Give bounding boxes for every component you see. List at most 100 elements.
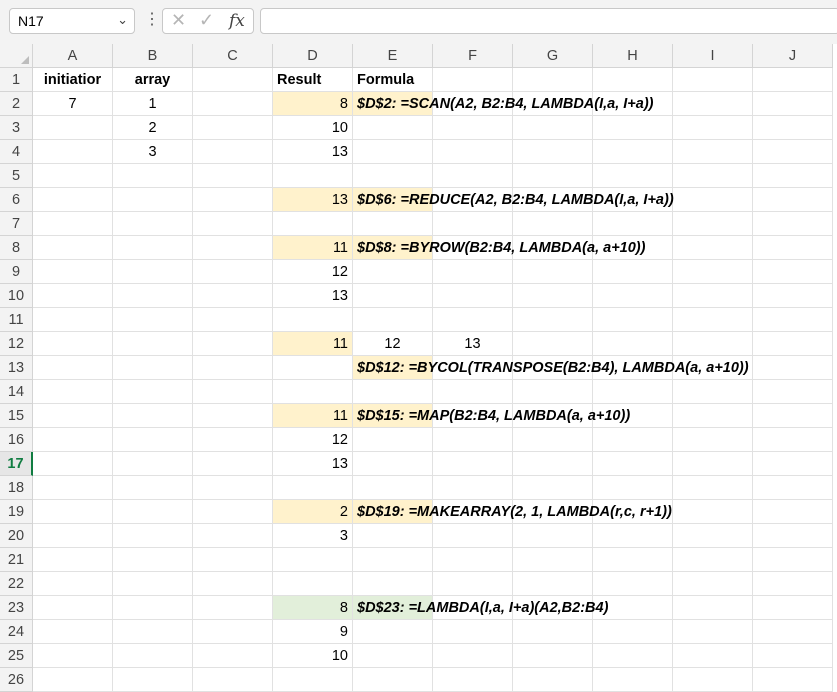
cell-I22[interactable] — [673, 572, 753, 596]
cell-I6[interactable] — [673, 188, 753, 212]
column-header-J[interactable]: J — [753, 44, 833, 68]
row-header-9[interactable]: 9 — [0, 260, 33, 284]
cell-I21[interactable] — [673, 548, 753, 572]
cell-C26[interactable] — [193, 668, 273, 692]
cell-G17[interactable] — [513, 452, 593, 476]
cell-H3[interactable] — [593, 116, 673, 140]
cell-G11[interactable] — [513, 308, 593, 332]
cell-G21[interactable] — [513, 548, 593, 572]
cell-J22[interactable] — [753, 572, 833, 596]
cell-F16[interactable] — [433, 428, 513, 452]
cell-I3[interactable] — [673, 116, 753, 140]
cell-E25[interactable] — [353, 644, 433, 668]
cell-E16[interactable] — [353, 428, 433, 452]
cell-H12[interactable] — [593, 332, 673, 356]
cell-A2[interactable]: 7 — [33, 92, 113, 116]
row-header-25[interactable]: 25 — [0, 644, 33, 668]
cell-H4[interactable] — [593, 140, 673, 164]
chevron-down-icon[interactable]: ⌄ — [117, 12, 128, 28]
cell-B8[interactable] — [113, 236, 193, 260]
column-header-A[interactable]: A — [33, 44, 113, 68]
cell-B12[interactable] — [113, 332, 193, 356]
cell-H16[interactable] — [593, 428, 673, 452]
cell-A14[interactable] — [33, 380, 113, 404]
cell-G14[interactable] — [513, 380, 593, 404]
cell-G24[interactable] — [513, 620, 593, 644]
row-header-21[interactable]: 21 — [0, 548, 33, 572]
cell-B4[interactable]: 3 — [113, 140, 193, 164]
row-header-26[interactable]: 26 — [0, 668, 33, 692]
cell-D13[interactable] — [273, 356, 353, 380]
cell-C9[interactable] — [193, 260, 273, 284]
formula-input[interactable] — [260, 8, 837, 34]
column-header-G[interactable]: G — [513, 44, 593, 68]
cell-I7[interactable] — [673, 212, 753, 236]
cell-B26[interactable] — [113, 668, 193, 692]
cell-D2[interactable]: 8 — [273, 92, 353, 116]
cell-E7[interactable] — [353, 212, 433, 236]
cell-C3[interactable] — [193, 116, 273, 140]
cell-H18[interactable] — [593, 476, 673, 500]
cell-A4[interactable] — [33, 140, 113, 164]
row-header-22[interactable]: 22 — [0, 572, 33, 596]
name-box[interactable]: N17 ⌄ — [9, 8, 135, 34]
row-header-5[interactable]: 5 — [0, 164, 33, 188]
cell-H11[interactable] — [593, 308, 673, 332]
cell-C17[interactable] — [193, 452, 273, 476]
cell-C12[interactable] — [193, 332, 273, 356]
cell-B19[interactable] — [113, 500, 193, 524]
cell-G7[interactable] — [513, 212, 593, 236]
cell-D24[interactable]: 9 — [273, 620, 353, 644]
cell-C23[interactable] — [193, 596, 273, 620]
row-header-3[interactable]: 3 — [0, 116, 33, 140]
cell-J21[interactable] — [753, 548, 833, 572]
cell-J9[interactable] — [753, 260, 833, 284]
cell-F24[interactable] — [433, 620, 513, 644]
cell-C13[interactable] — [193, 356, 273, 380]
cell-D25[interactable]: 10 — [273, 644, 353, 668]
cell-H7[interactable] — [593, 212, 673, 236]
cell-A7[interactable] — [33, 212, 113, 236]
cell-E9[interactable] — [353, 260, 433, 284]
cell-E18[interactable] — [353, 476, 433, 500]
cell-C19[interactable] — [193, 500, 273, 524]
cell-D9[interactable]: 12 — [273, 260, 353, 284]
cell-C1[interactable] — [193, 68, 273, 92]
cell-H24[interactable] — [593, 620, 673, 644]
cell-I12[interactable] — [673, 332, 753, 356]
cell-B23[interactable] — [113, 596, 193, 620]
cell-G16[interactable] — [513, 428, 593, 452]
cell-E1[interactable]: Formula — [353, 68, 433, 92]
cell-B21[interactable] — [113, 548, 193, 572]
cell-D10[interactable]: 13 — [273, 284, 353, 308]
cell-D4[interactable]: 13 — [273, 140, 353, 164]
column-header-F[interactable]: F — [433, 44, 513, 68]
cell-D6[interactable]: 13 — [273, 188, 353, 212]
cell-D14[interactable] — [273, 380, 353, 404]
cell-B17[interactable] — [113, 452, 193, 476]
enter-icon[interactable]: ✓ — [199, 10, 214, 31]
cell-H20[interactable] — [593, 524, 673, 548]
cell-D22[interactable] — [273, 572, 353, 596]
cell-A12[interactable] — [33, 332, 113, 356]
cell-B13[interactable] — [113, 356, 193, 380]
cell-A25[interactable] — [33, 644, 113, 668]
row-header-1[interactable]: 1 — [0, 68, 33, 92]
cell-G3[interactable] — [513, 116, 593, 140]
cell-F26[interactable] — [433, 668, 513, 692]
row-header-4[interactable]: 4 — [0, 140, 33, 164]
cell-G18[interactable] — [513, 476, 593, 500]
cell-F12[interactable]: 13 — [433, 332, 513, 356]
cell-A16[interactable] — [33, 428, 113, 452]
row-header-15[interactable]: 15 — [0, 404, 33, 428]
row-header-23[interactable]: 23 — [0, 596, 33, 620]
cell-C10[interactable] — [193, 284, 273, 308]
cell-C8[interactable] — [193, 236, 273, 260]
cell-A23[interactable] — [33, 596, 113, 620]
row-header-11[interactable]: 11 — [0, 308, 33, 332]
column-header-C[interactable]: C — [193, 44, 273, 68]
cell-A24[interactable] — [33, 620, 113, 644]
cell-C4[interactable] — [193, 140, 273, 164]
cell-G22[interactable] — [513, 572, 593, 596]
cell-B9[interactable] — [113, 260, 193, 284]
